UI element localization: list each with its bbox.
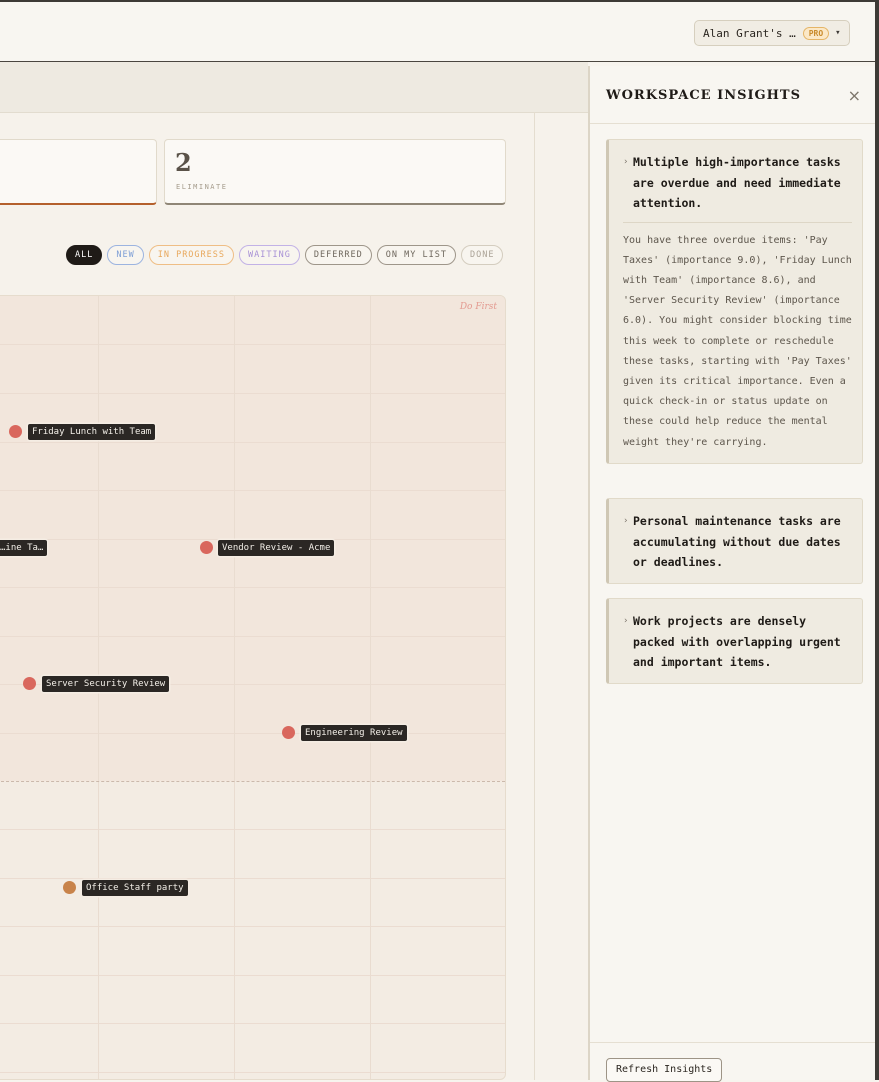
- grid-line: [0, 587, 505, 588]
- eliminate-count: 2: [175, 148, 192, 177]
- top-bar: Alan Grant's … PRO ▾: [0, 0, 879, 62]
- filter-all[interactable]: ALL: [66, 245, 103, 265]
- quadrant-label-do-first: Do First: [459, 302, 497, 312]
- task-dot-engineering-review[interactable]: [282, 726, 295, 739]
- column-divider: [534, 112, 535, 1080]
- status-filters: ALL NEW IN PROGRESS WAITING DEFERRED ON …: [66, 245, 504, 265]
- insight-headline-text: Personal maintenance tasks are accumulat…: [633, 514, 841, 569]
- grid-line: [0, 733, 505, 734]
- task-label-office-party[interactable]: Office Staff party: [82, 880, 188, 896]
- insight-headline: › Personal maintenance tasks are accumul…: [623, 511, 852, 573]
- workspace-name: Alan Grant's …: [703, 26, 796, 40]
- insight-detail: You have three overdue items: 'Pay Taxes…: [623, 234, 852, 448]
- grid-line: [234, 296, 235, 1079]
- grid-line: [0, 1023, 505, 1024]
- filter-deferred[interactable]: DEFERRED: [304, 245, 372, 265]
- filter-waiting[interactable]: WAITING: [239, 245, 300, 265]
- grid-line: [0, 442, 505, 443]
- task-dot-vendor-review[interactable]: [200, 541, 213, 554]
- grid-line: [0, 975, 505, 976]
- bullet-icon: ›: [623, 616, 629, 626]
- refresh-insights-button[interactable]: Refresh Insights: [606, 1058, 723, 1082]
- grid-line: [0, 829, 505, 830]
- task-label-friday-lunch[interactable]: Friday Lunch with Team: [28, 424, 156, 440]
- grid-line: [0, 490, 505, 491]
- window-edge: [875, 0, 879, 1080]
- task-label-vendor-review[interactable]: Vendor Review - Acme: [218, 540, 335, 556]
- insight-headline: › Work projects are densely packed with …: [623, 611, 852, 673]
- summary-card-do-first[interactable]: [0, 139, 157, 205]
- grid-line: [0, 1072, 505, 1073]
- eliminate-label: ELIMINATE: [176, 183, 228, 191]
- filter-in-progress[interactable]: IN PROGRESS: [148, 245, 235, 265]
- bullet-icon: ›: [623, 516, 629, 526]
- filter-new[interactable]: NEW: [107, 245, 144, 265]
- task-dot-server-security[interactable]: [23, 677, 36, 690]
- grid-line: [370, 296, 371, 1079]
- grid-line: [0, 926, 505, 927]
- bullet-icon: ›: [623, 157, 629, 167]
- chevron-down-icon: ▾: [835, 28, 841, 38]
- insights-panel: WORKSPACE INSIGHTS × › Multiple high-imp…: [588, 66, 875, 1082]
- task-label-pay-taxes[interactable]: …ine Ta…: [0, 540, 48, 556]
- panel-title: WORKSPACE INSIGHTS: [606, 88, 801, 103]
- insight-card[interactable]: › Work projects are densely packed with …: [606, 598, 863, 684]
- grid-line: [0, 878, 505, 879]
- pro-badge: PRO: [802, 26, 830, 40]
- panel-footer: Refresh Insights: [590, 1042, 875, 1082]
- insight-headline-text: Work projects are densely packed with ov…: [633, 614, 841, 669]
- task-label-engineering-review[interactable]: Engineering Review: [301, 725, 407, 741]
- panel-header: WORKSPACE INSIGHTS ×: [590, 66, 875, 124]
- grid-line: [0, 636, 505, 637]
- insight-headline-text: Multiple high-importance tasks are overd…: [633, 155, 841, 210]
- main-header: [0, 62, 588, 113]
- workspace-switcher[interactable]: Alan Grant's … PRO ▾: [694, 20, 850, 46]
- filter-done[interactable]: DONE: [460, 245, 504, 265]
- insight-card[interactable]: › Multiple high-importance tasks are ove…: [606, 139, 863, 464]
- task-dot-friday-lunch[interactable]: [9, 425, 22, 438]
- close-icon[interactable]: ×: [848, 86, 861, 105]
- divider: [623, 221, 852, 223]
- grid-line: [0, 344, 505, 345]
- quadrant-divider: [0, 781, 505, 782]
- task-dot-office-party[interactable]: [63, 881, 76, 894]
- insight-card[interactable]: › Personal maintenance tasks are accumul…: [606, 498, 863, 584]
- insight-headline: › Multiple high-importance tasks are ove…: [623, 152, 852, 214]
- summary-card-eliminate[interactable]: 2 ELIMINATE: [164, 139, 506, 205]
- task-label-server-security[interactable]: Server Security Review: [42, 676, 170, 692]
- grid-line: [0, 393, 505, 394]
- filter-on-my-list[interactable]: ON MY LIST: [376, 245, 456, 265]
